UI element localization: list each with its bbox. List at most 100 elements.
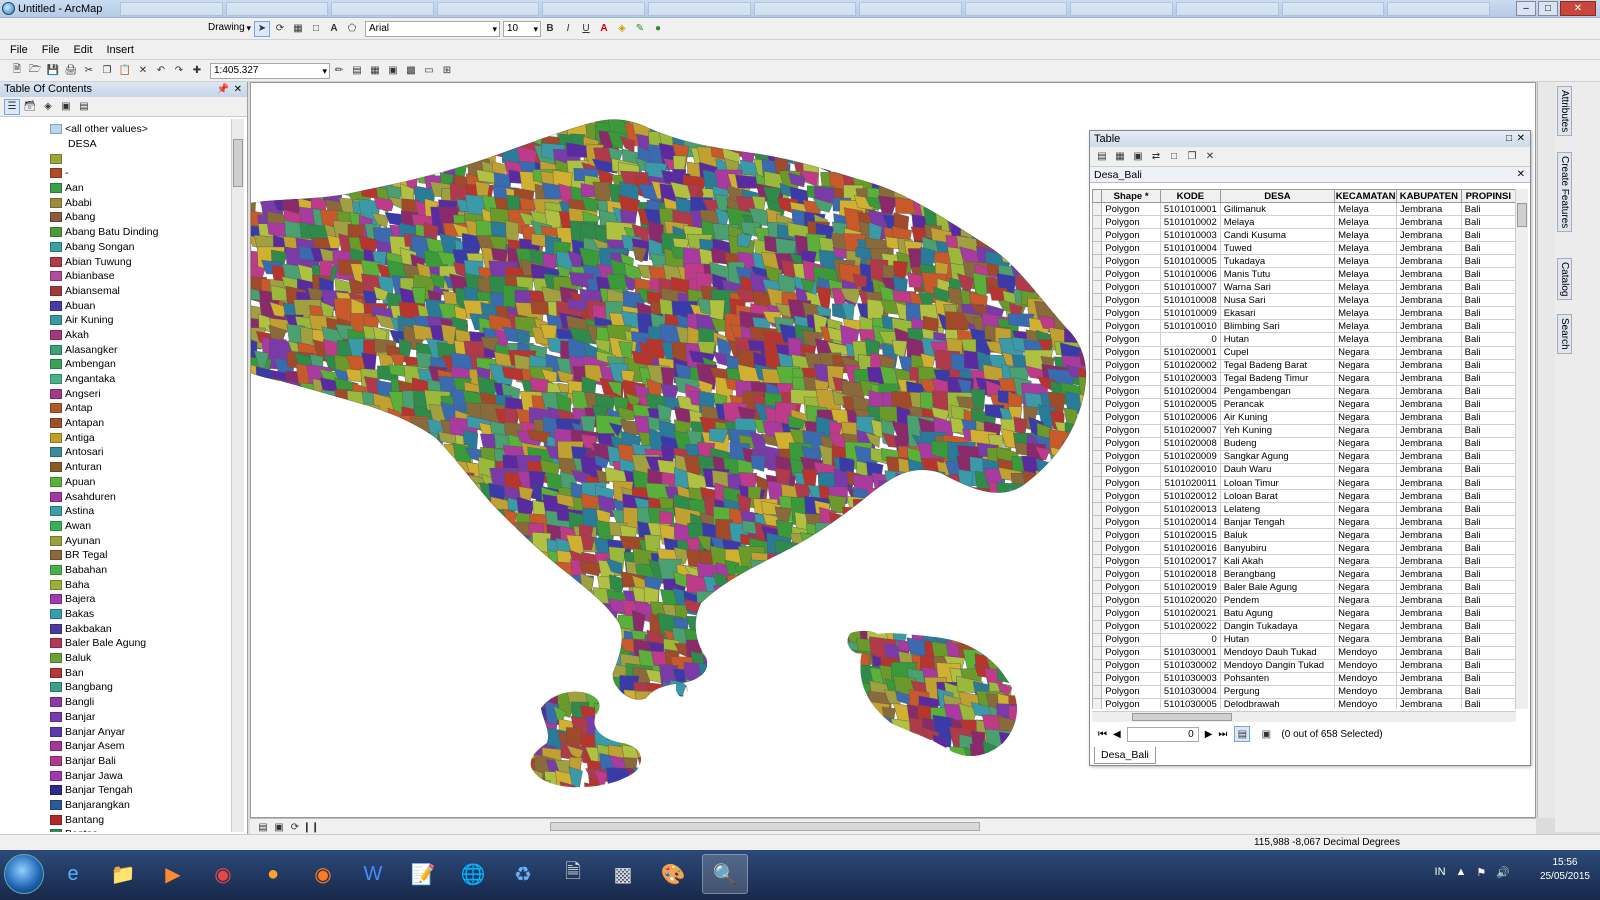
village-polygon[interactable] — [251, 444, 259, 470]
village-polygon[interactable] — [778, 611, 799, 640]
village-polygon[interactable] — [645, 727, 673, 756]
select-elements-arrow-icon[interactable]: ➤ — [254, 20, 270, 37]
village-polygon[interactable] — [1054, 157, 1075, 176]
village-polygon[interactable] — [1012, 506, 1038, 535]
village-polygon[interactable] — [299, 145, 322, 179]
village-polygon[interactable] — [790, 778, 820, 792]
table-cell[interactable]: Bali — [1460, 254, 1516, 269]
table-vertical-scrollbar[interactable] — [1515, 189, 1528, 709]
village-polygon[interactable] — [281, 757, 306, 787]
village-polygon[interactable] — [896, 480, 920, 513]
village-polygon[interactable] — [479, 664, 504, 690]
village-polygon[interactable] — [400, 756, 428, 773]
show-hidden-icons-icon[interactable]: ▲ — [1456, 866, 1467, 879]
village-polygon[interactable] — [1064, 277, 1087, 302]
village-polygon[interactable] — [817, 767, 845, 796]
table-row[interactable]: Polygon 5101010003 Candi Kusuma Melaya Jembr… — [1092, 228, 1516, 243]
village-polygon[interactable] — [438, 616, 458, 641]
table-cell[interactable]: 0 — [1159, 332, 1221, 347]
village-polygon[interactable] — [1060, 259, 1088, 292]
table-cell[interactable]: Polygon — [1101, 580, 1161, 595]
village-polygon[interactable] — [502, 509, 517, 527]
village-polygon[interactable] — [506, 780, 521, 797]
village-polygon[interactable] — [251, 577, 272, 607]
village-polygon[interactable] — [346, 651, 372, 674]
village-polygon[interactable] — [830, 577, 860, 610]
toc-legend-item[interactable]: Baler Bale Agung — [0, 636, 232, 651]
village-polygon[interactable] — [699, 718, 715, 748]
village-polygon[interactable] — [895, 472, 914, 505]
table-cell[interactable]: Jembrana — [1396, 502, 1462, 517]
village-polygon[interactable] — [412, 575, 438, 590]
village-polygon[interactable] — [975, 198, 991, 224]
village-polygon[interactable] — [323, 677, 343, 694]
village-polygon[interactable] — [361, 118, 384, 148]
village-polygon[interactable] — [337, 754, 366, 785]
village-polygon[interactable] — [345, 687, 362, 709]
table-cell[interactable]: 0 — [1159, 632, 1221, 647]
village-polygon[interactable] — [921, 159, 936, 175]
village-polygon[interactable] — [709, 615, 733, 639]
village-polygon[interactable] — [818, 107, 840, 137]
village-polygon[interactable] — [400, 508, 427, 528]
village-polygon[interactable] — [448, 551, 479, 575]
village-polygon[interactable] — [1026, 143, 1046, 171]
table-cell[interactable]: Melaya — [1334, 228, 1398, 243]
village-polygon[interactable] — [813, 715, 838, 737]
village-polygons[interactable] — [251, 103, 1134, 818]
village-polygon[interactable] — [372, 793, 395, 811]
village-polygon[interactable] — [841, 769, 867, 799]
village-polygon[interactable] — [335, 719, 357, 736]
table-row[interactable]: Polygon 5101020002 Tegal Badeng Barat Negar… — [1092, 358, 1516, 373]
village-polygon[interactable] — [829, 143, 849, 163]
toc-legend-item[interactable]: Banjar Anyar — [0, 724, 232, 739]
clock[interactable]: 15:56 25/05/2015 — [1540, 856, 1590, 884]
village-polygon[interactable] — [260, 611, 279, 626]
village-polygon[interactable] — [607, 799, 625, 818]
village-polygon[interactable] — [296, 523, 315, 541]
village-polygon[interactable] — [337, 651, 360, 679]
village-polygon[interactable] — [285, 701, 300, 734]
village-polygon[interactable] — [438, 679, 464, 695]
village-polygon[interactable] — [1035, 623, 1060, 651]
village-polygon[interactable] — [259, 524, 276, 541]
table-row[interactable]: Polygon 5101020008 Budeng Negara Jembrana Bal… — [1092, 436, 1516, 451]
village-polygon[interactable] — [468, 521, 489, 546]
village-polygon[interactable] — [1022, 470, 1046, 492]
village-polygon[interactable] — [310, 614, 337, 648]
table-cell[interactable]: Melaya — [1334, 267, 1398, 282]
village-polygon[interactable] — [386, 469, 404, 490]
village-polygon[interactable] — [295, 416, 325, 443]
village-polygon[interactable] — [338, 610, 353, 633]
village-polygon[interactable] — [546, 103, 571, 131]
village-polygon[interactable] — [258, 792, 286, 812]
village-polygon[interactable] — [973, 563, 995, 585]
village-polygon[interactable] — [1008, 613, 1035, 647]
table-cell[interactable]: Jembrana — [1396, 462, 1462, 477]
village-polygon[interactable] — [872, 522, 899, 554]
village-polygon[interactable] — [520, 734, 541, 752]
village-polygon[interactable] — [741, 666, 770, 685]
village-polygon[interactable] — [948, 174, 974, 193]
village-polygon[interactable] — [649, 757, 666, 774]
village-polygon[interactable] — [830, 780, 844, 795]
village-polygon[interactable] — [632, 713, 659, 744]
table-cell[interactable]: Polygon — [1101, 423, 1161, 438]
table-cell[interactable]: Negara — [1334, 436, 1398, 451]
village-polygon[interactable] — [310, 550, 326, 584]
village-polygon[interactable] — [906, 146, 922, 168]
village-polygon[interactable] — [815, 780, 842, 799]
village-polygon[interactable] — [345, 599, 364, 613]
toc-legend-item[interactable]: Bajera — [0, 592, 232, 607]
table-cell[interactable]: Polygon — [1101, 397, 1161, 412]
village-polygon[interactable] — [388, 650, 411, 674]
table-cell[interactable]: Negara — [1334, 502, 1398, 517]
village-polygon[interactable] — [1060, 119, 1081, 137]
village-polygon[interactable] — [698, 662, 714, 691]
village-polygon[interactable] — [987, 623, 1002, 648]
map-vertical-scrollbar[interactable] — [1537, 82, 1556, 818]
table-cell[interactable]: Polygon — [1101, 371, 1161, 386]
row-selector[interactable] — [1092, 436, 1103, 451]
village-polygon[interactable] — [363, 740, 391, 766]
map-scale-dropdown[interactable]: 1:405.327 — [210, 62, 330, 79]
